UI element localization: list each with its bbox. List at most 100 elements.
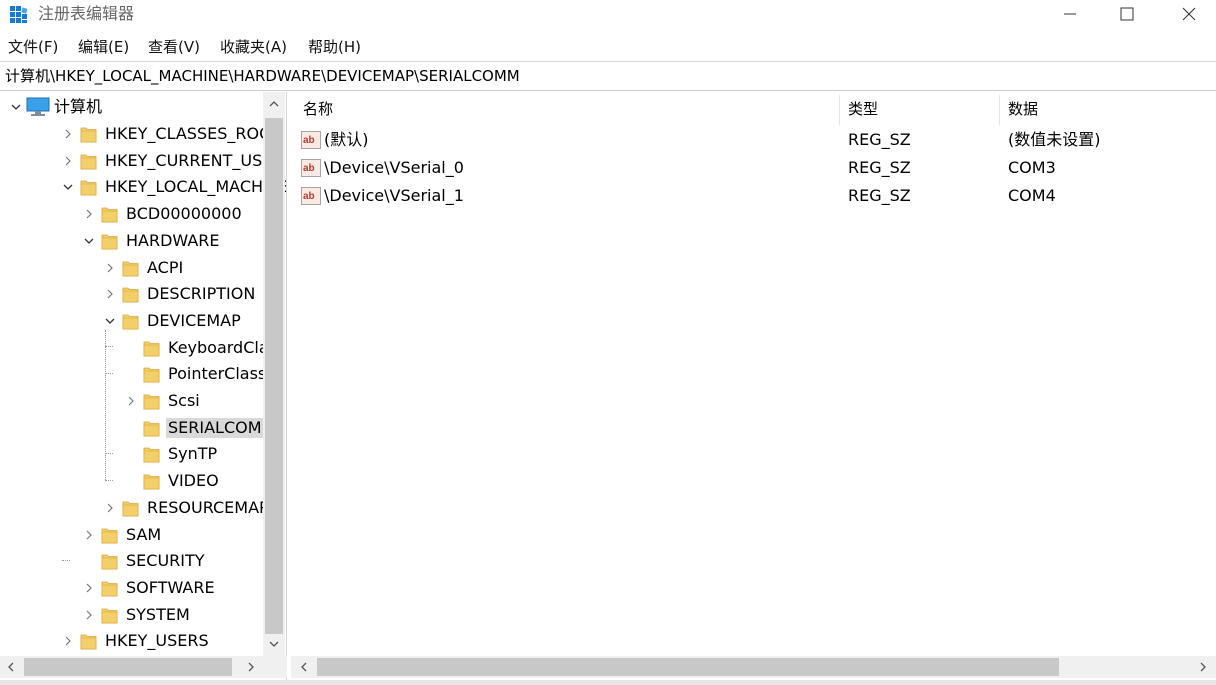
tree-label: HARDWARE — [126, 230, 220, 250]
tree-item[interactable]: SOFTWARE — [0, 575, 262, 601]
values-horizontal-scrollbar[interactable] — [291, 656, 1216, 678]
scroll-left-button[interactable] — [293, 656, 315, 678]
tree-label: 计算机 — [54, 97, 103, 116]
folder-icon — [143, 394, 160, 410]
tree-vertical-scrollbar[interactable] — [263, 92, 285, 656]
chevron-right-icon[interactable] — [103, 287, 117, 301]
string-value-icon: ab — [301, 187, 321, 205]
status-strip — [0, 680, 1216, 685]
tree-item[interactable]: HARDWARE — [0, 228, 262, 254]
folder-icon — [143, 474, 160, 490]
tree-root-computer[interactable]: 计算机 — [0, 94, 260, 120]
scroll-left-button[interactable] — [0, 656, 22, 678]
menu-view[interactable]: 查看(V) — [148, 36, 200, 58]
maximize-icon — [1120, 7, 1134, 21]
chevron-right-icon[interactable] — [103, 501, 117, 515]
chevron-down-icon[interactable] — [103, 314, 117, 328]
chevron-right-icon[interactable] — [61, 127, 75, 141]
chevron-down-icon[interactable] — [9, 100, 23, 114]
title-bar[interactable]: 注册表编辑器 — [0, 0, 1216, 30]
close-button[interactable] — [1162, 0, 1216, 28]
tree-item[interactable]: SECURITY — [0, 548, 262, 574]
scroll-right-button[interactable] — [240, 656, 262, 678]
folder-icon — [122, 501, 139, 517]
value-data: (数值未设置) — [1008, 130, 1101, 149]
values-list-pane[interactable]: 名称 类型 数据 ab (默认) REG_SZ (数值未设置) ab \Device\VS… — [291, 92, 1216, 658]
tree-item[interactable]: RESOURCEMAP — [0, 495, 269, 521]
address-path[interactable]: 计算机\HKEY_LOCAL_MACHINE\HARDWARE\DEVICEMA… — [5, 66, 520, 86]
string-value-icon: ab — [301, 131, 321, 149]
column-separator[interactable] — [839, 95, 840, 125]
maximize-button[interactable] — [1100, 0, 1154, 28]
value-row[interactable]: ab (默认) REG_SZ (数值未设置) — [291, 126, 1191, 154]
tree-item[interactable]: HKEY_USERS — [0, 628, 262, 654]
scroll-up-button[interactable] — [263, 92, 285, 116]
tree-horizontal-scrollbar[interactable] — [0, 656, 287, 678]
value-row[interactable]: ab \Device\VSerial_0 REG_SZ COM3 — [291, 154, 1191, 182]
tree-item[interactable]: DEVICEMAP — [0, 308, 262, 334]
tree-item[interactable]: DESCRIPTION — [0, 281, 262, 307]
menu-help[interactable]: 帮助(H) — [308, 36, 361, 58]
chevron-right-icon[interactable] — [82, 528, 96, 542]
folder-icon — [101, 234, 118, 250]
value-type: REG_SZ — [848, 158, 911, 177]
folder-icon — [101, 528, 118, 543]
menu-bar: 文件(F) 编辑(E) 查看(V) 收藏夹(A) 帮助(H) — [0, 34, 1216, 60]
tree-item[interactable]: SERIALCOMM — [0, 415, 278, 441]
tree-item[interactable]: SAM — [0, 522, 262, 548]
chevron-right-icon[interactable] — [82, 608, 96, 622]
tree-item[interactable]: HKEY_LOCAL_MACHINE — [0, 174, 286, 200]
chevron-right-icon[interactable] — [124, 394, 138, 408]
address-bar[interactable]: 计算机\HKEY_LOCAL_MACHINE\HARDWARE\DEVICEMA… — [0, 61, 1216, 91]
folder-icon — [143, 447, 160, 463]
tree-item[interactable]: BCD00000000 — [0, 201, 262, 227]
tree-item[interactable]: SynTP — [0, 441, 262, 467]
scroll-down-button[interactable] — [263, 632, 285, 656]
scroll-right-button[interactable] — [1192, 656, 1214, 678]
chevron-down-icon[interactable] — [82, 234, 96, 248]
tree-label: RESOURCEMAP — [147, 497, 269, 517]
chevron-right-icon[interactable] — [82, 581, 96, 595]
folder-icon — [80, 154, 97, 170]
chevron-right-icon[interactable] — [61, 154, 75, 168]
column-header-type[interactable]: 类型 — [848, 92, 878, 126]
close-icon — [1182, 7, 1196, 21]
tree-label: SERIALCOMM — [166, 417, 278, 438]
value-name: \Device\VSerial_0 — [324, 158, 464, 177]
value-data: COM3 — [1008, 158, 1056, 177]
tree-label: SECURITY — [126, 551, 205, 571]
registry-editor-window: 注册表编辑器 文件(F) 编辑(E) 查看(V) 收藏夹(A) 帮助(H) 计算… — [0, 0, 1216, 685]
chevron-down-icon[interactable] — [61, 180, 75, 194]
scroll-thumb[interactable] — [265, 118, 283, 634]
folder-icon — [122, 261, 139, 276]
tree-item[interactable]: KeyboardClass — [0, 335, 285, 361]
chevron-right-icon[interactable] — [82, 207, 96, 221]
tree-item[interactable]: ACPI — [0, 255, 262, 281]
tree-item[interactable]: SYSTEM — [0, 602, 262, 628]
chevron-down-icon — [269, 641, 279, 647]
minimize-button[interactable] — [1043, 0, 1097, 28]
column-header-name[interactable]: 名称 — [303, 92, 333, 126]
tree-label: HKEY_CLASSES_ROOT — [105, 124, 282, 143]
folder-icon — [101, 207, 118, 223]
chevron-right-icon[interactable] — [61, 634, 75, 648]
menu-file[interactable]: 文件(F) — [8, 36, 58, 58]
column-header-data[interactable]: 数据 — [1008, 92, 1038, 126]
scroll-thumb[interactable] — [24, 658, 232, 676]
folder-icon — [101, 581, 118, 597]
tree-item[interactable]: PointerClass — [0, 361, 266, 387]
folder-icon — [101, 608, 118, 623]
folder-icon — [143, 341, 160, 356]
column-separator[interactable] — [999, 95, 1000, 125]
menu-favorites[interactable]: 收藏夹(A) — [220, 36, 287, 58]
scroll-thumb[interactable] — [317, 658, 1059, 676]
tree-item[interactable]: VIDEO — [0, 468, 262, 494]
key-tree-pane[interactable]: 计算机 HKEY_CLASSES_ROOT HKEY_CURRENT_USER HK… — [0, 92, 287, 680]
tree-item[interactable]: HKEY_CURRENT_USER — [0, 148, 283, 174]
menu-edit[interactable]: 编辑(E) — [78, 36, 129, 58]
tree-item[interactable]: HKEY_CLASSES_ROOT — [0, 121, 281, 147]
value-row[interactable]: ab \Device\VSerial_1 REG_SZ COM4 — [291, 182, 1191, 210]
tree-label: Scsi — [168, 391, 200, 410]
tree-item[interactable]: Scsi — [0, 388, 262, 414]
chevron-right-icon[interactable] — [103, 261, 117, 275]
